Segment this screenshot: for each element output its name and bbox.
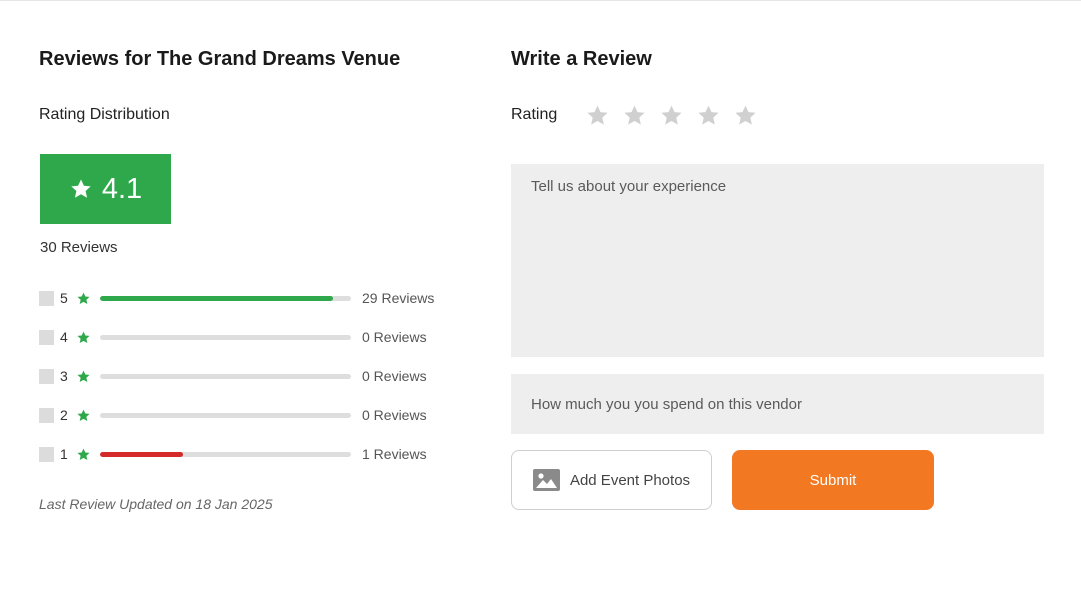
write-review-title: Write a Review bbox=[511, 48, 652, 70]
star-icon bbox=[77, 331, 90, 343]
star-icon bbox=[71, 179, 91, 198]
rating-distribution-label: Rating Distribution bbox=[39, 106, 170, 123]
rating-filter-checkbox[interactable] bbox=[39, 330, 54, 345]
star-outline-icon[interactable] bbox=[696, 103, 721, 128]
star-outline-icon[interactable] bbox=[733, 103, 758, 128]
rating-level: 2 bbox=[60, 407, 68, 423]
top-divider bbox=[0, 0, 1081, 1]
rating-count: 0 Reviews bbox=[362, 368, 427, 384]
rating-row-4: 4 0 Reviews bbox=[39, 328, 459, 348]
star-icon bbox=[77, 292, 90, 304]
submit-button[interactable]: Submit bbox=[732, 450, 934, 510]
rating-bar-fill bbox=[100, 296, 334, 301]
star-outline-icon[interactable] bbox=[659, 103, 684, 128]
rating-level: 3 bbox=[60, 368, 68, 384]
rating-bar-fill bbox=[100, 452, 183, 457]
rating-filter-checkbox[interactable] bbox=[39, 369, 54, 384]
rating-row-1: 1 1 Reviews bbox=[39, 445, 459, 465]
average-score-badge: 4.1 bbox=[40, 154, 171, 224]
average-score: 4.1 bbox=[101, 172, 143, 205]
rating-label: Rating bbox=[511, 106, 558, 123]
total-reviews-count: 30 Reviews bbox=[40, 239, 118, 256]
star-icon bbox=[77, 409, 90, 421]
star-rating-input bbox=[585, 103, 770, 129]
rating-filter-checkbox[interactable] bbox=[39, 291, 54, 306]
rating-count: 0 Reviews bbox=[362, 407, 427, 423]
rating-bar-track bbox=[100, 374, 351, 379]
star-icon bbox=[77, 448, 90, 460]
add-event-photos-button[interactable]: Add Event Photos bbox=[511, 450, 712, 510]
rating-bar-track bbox=[100, 413, 351, 418]
star-icon bbox=[77, 370, 90, 382]
rating-level: 1 bbox=[60, 446, 68, 462]
spend-amount-input[interactable] bbox=[511, 374, 1044, 434]
rating-bar-track bbox=[100, 335, 351, 340]
rating-filter-checkbox[interactable] bbox=[39, 408, 54, 423]
last-review-updated: Last Review Updated on 18 Jan 2025 bbox=[39, 496, 273, 512]
star-outline-icon[interactable] bbox=[585, 103, 610, 128]
image-icon bbox=[532, 469, 560, 491]
star-outline-icon[interactable] bbox=[622, 103, 647, 128]
rating-filter-checkbox[interactable] bbox=[39, 447, 54, 462]
add-event-photos-label: Add Event Photos bbox=[569, 471, 691, 489]
rating-level: 4 bbox=[60, 329, 68, 345]
rating-bar-track bbox=[100, 296, 351, 301]
rating-row-2: 2 0 Reviews bbox=[39, 406, 459, 426]
reviews-title: Reviews for The Grand Dreams Venue bbox=[39, 48, 401, 70]
rating-bar-track bbox=[100, 452, 351, 457]
experience-textarea[interactable] bbox=[511, 164, 1044, 357]
rating-row-5: 5 29 Reviews bbox=[39, 289, 459, 309]
rating-level: 5 bbox=[60, 290, 68, 306]
rating-count: 1 Reviews bbox=[362, 446, 427, 462]
rating-row-3: 3 0 Reviews bbox=[39, 367, 459, 387]
rating-count: 29 Reviews bbox=[362, 290, 435, 306]
rating-count: 0 Reviews bbox=[362, 329, 427, 345]
